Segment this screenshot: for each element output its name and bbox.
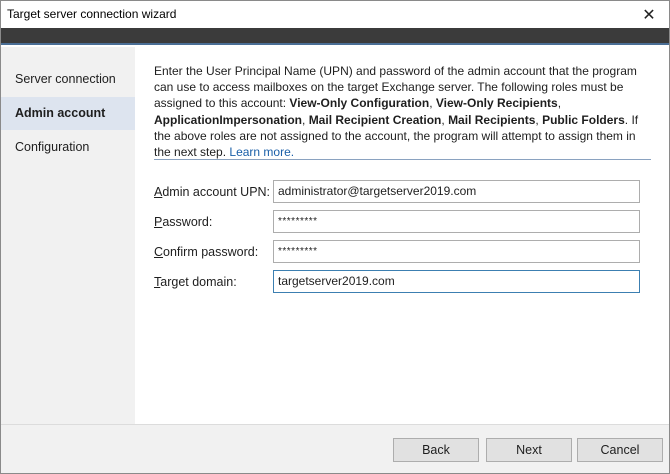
header-banner [1, 28, 669, 45]
learn-more-link[interactable]: Learn more. [229, 145, 294, 159]
title-bar: Target server connection wizard ✕ [1, 1, 669, 28]
cancel-button[interactable]: Cancel [577, 438, 663, 462]
confirm-password-label: Confirm password: [154, 245, 259, 259]
password-label: Password: [154, 215, 213, 229]
confirm-password-input[interactable]: ********* [273, 240, 640, 263]
password-input[interactable]: ********* [273, 210, 640, 233]
back-button[interactable]: Back [393, 438, 479, 462]
main-content: Enter the User Principal Name (UPN) and … [135, 47, 669, 424]
target-domain-input[interactable]: targetserver2019.com [273, 270, 640, 293]
close-icon[interactable]: ✕ [629, 1, 669, 28]
admin-upn-input[interactable]: administrator@targetserver2019.com [273, 180, 640, 203]
admin-upn-label: Admin account UPN: [154, 185, 271, 199]
wizard-window: Target server connection wizard ✕ Server… [0, 0, 670, 474]
sidebar-item-server-connection[interactable]: Server connection [1, 63, 135, 96]
instructions-text: Enter the User Principal Name (UPN) and … [154, 64, 639, 160]
sidebar-item-configuration[interactable]: Configuration [1, 131, 135, 164]
next-button[interactable]: Next [486, 438, 572, 462]
window-title: Target server connection wizard [7, 7, 177, 21]
section-divider [154, 159, 651, 160]
sidebar-item-admin-account[interactable]: Admin account [1, 97, 135, 130]
button-bar: Back Next Cancel [1, 424, 669, 473]
wizard-steps-sidebar: Server connection Admin account Configur… [1, 47, 135, 424]
target-domain-label: Target domain: [154, 275, 237, 289]
